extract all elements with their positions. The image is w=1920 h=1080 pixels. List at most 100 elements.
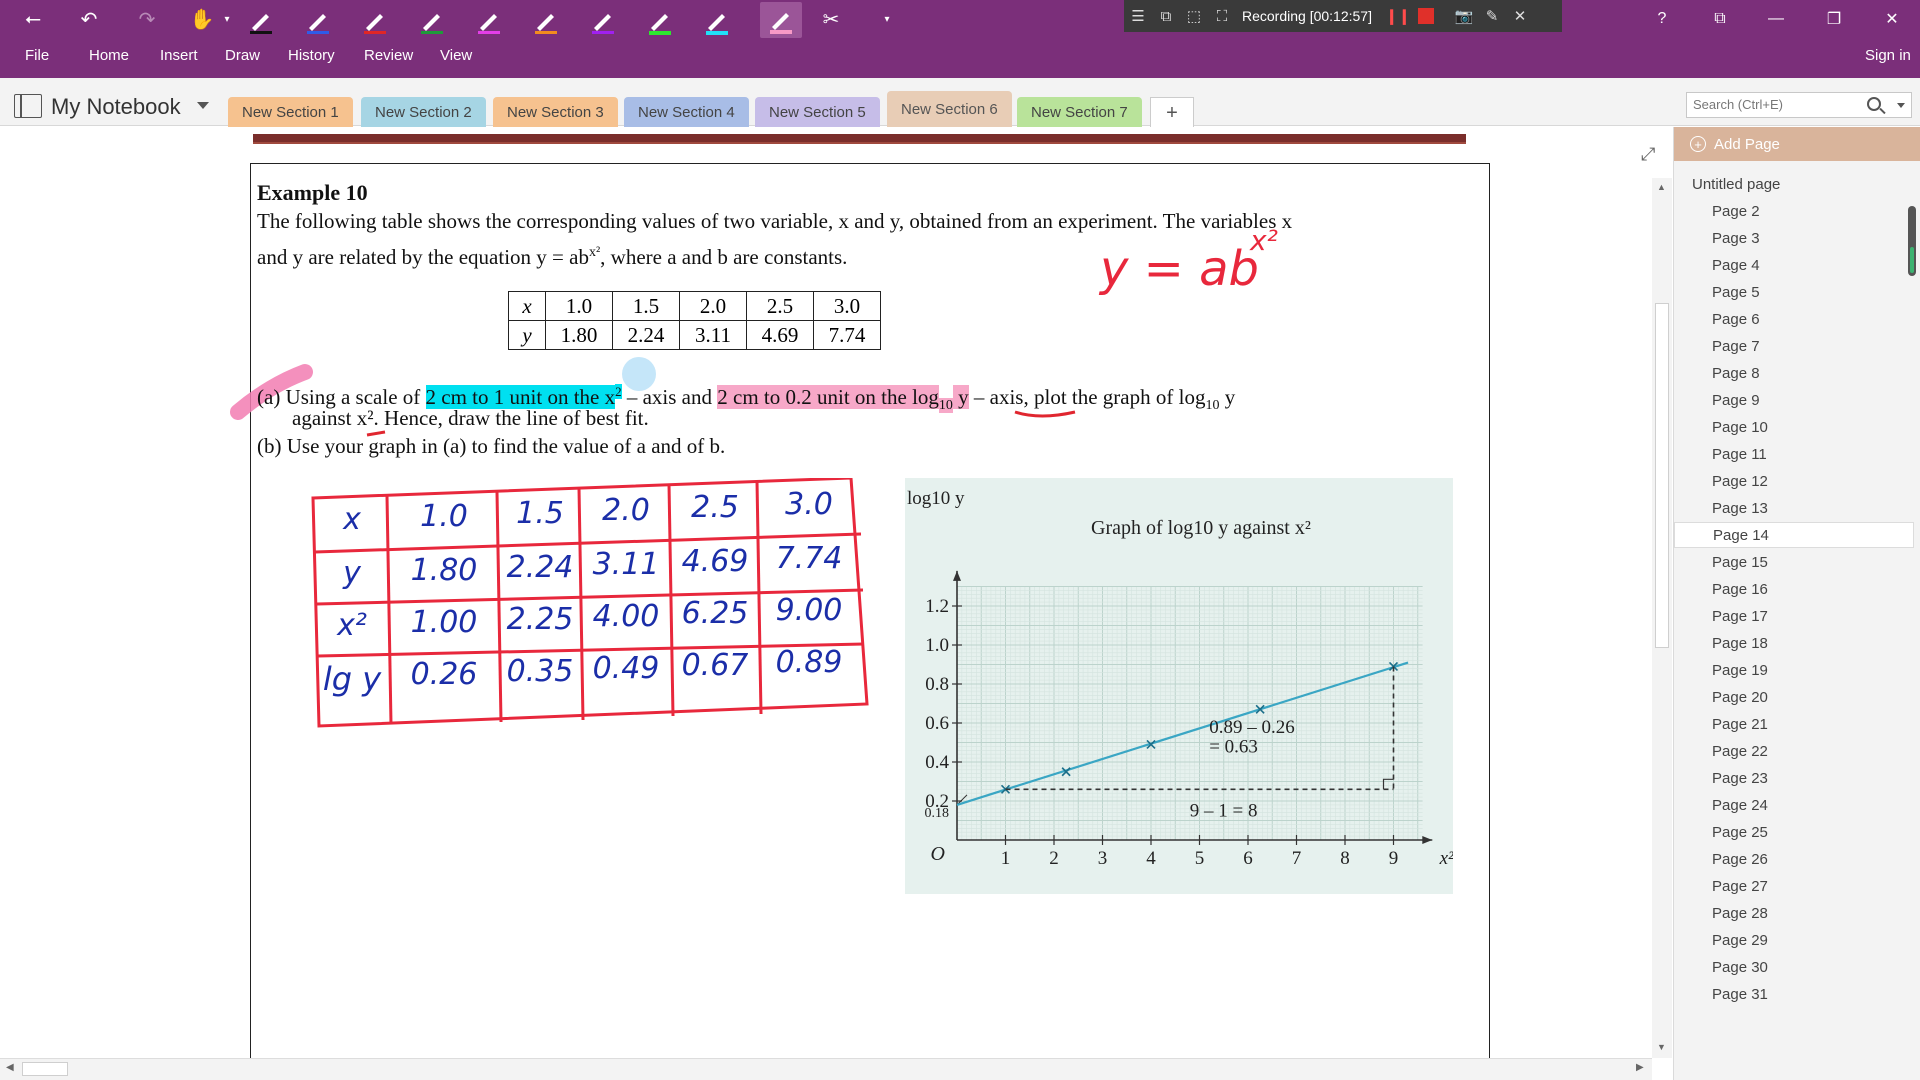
tab-section-2[interactable]: New Section 2 (361, 97, 486, 128)
pen-blue-icon[interactable] (303, 6, 333, 36)
menu-draw[interactable]: Draw (225, 47, 260, 64)
pen-green-icon[interactable] (417, 6, 447, 36)
pen-black-icon[interactable] (246, 6, 276, 36)
question-b: (b) Use your graph in (a) to find the va… (257, 434, 726, 458)
close-icon[interactable]: ✕ (1872, 4, 1912, 34)
menu-home[interactable]: Home (89, 47, 129, 64)
tab-section-5[interactable]: New Section 5 (755, 97, 880, 128)
qa-tail-2: y (1219, 385, 1236, 409)
list-item[interactable]: Page 8 (1674, 360, 1914, 386)
scroll-right-icon[interactable]: ▶ (1636, 1062, 1644, 1073)
list-item[interactable]: Page 28 (1674, 900, 1914, 926)
list-item[interactable]: Page 23 (1674, 765, 1914, 791)
minimize-icon[interactable]: — (1756, 4, 1796, 34)
scroll-up-icon[interactable]: ▲ (1657, 182, 1666, 192)
scroll-down-icon[interactable]: ▼ (1657, 1042, 1666, 1052)
more-tools-icon[interactable]: ▾ (872, 4, 902, 34)
list-item[interactable]: Page 26 (1674, 846, 1914, 872)
list-item[interactable]: Page 30 (1674, 954, 1914, 980)
recording-toolbar: ☰ ⧉ ⬚ ⛶ Recording [00:12:57] ❙❙ 📷 ✎ ✕ (1124, 0, 1562, 32)
menu-history[interactable]: History (288, 47, 335, 64)
tab-section-7[interactable]: New Section 7 (1017, 97, 1142, 128)
draw-icon[interactable]: ✎ (1478, 0, 1506, 32)
horizontal-scrollbar[interactable]: ◀ ▶ (0, 1058, 1652, 1080)
list-item[interactable]: Page 22 (1674, 738, 1914, 764)
vertical-scrollbar[interactable]: ▲ ▼ (1652, 178, 1672, 1058)
list-item[interactable]: Untitled page (1674, 171, 1914, 197)
tab-section-1[interactable]: New Section 1 (228, 97, 353, 128)
pause-icon[interactable]: ❙❙ (1384, 0, 1412, 32)
highlighter-pink-icon[interactable] (760, 2, 802, 38)
list-item[interactable]: Page 13 (1674, 495, 1914, 521)
menu-view[interactable]: View (440, 47, 472, 64)
tab-section-3[interactable]: New Section 3 (493, 97, 618, 128)
close-recording-icon[interactable]: ✕ (1506, 0, 1534, 32)
expand-page-icon[interactable]: ⤢ (1641, 144, 1655, 165)
menu-file[interactable]: File (25, 47, 49, 64)
region-capture-icon[interactable]: ⬚ (1180, 0, 1208, 32)
list-item[interactable]: Page 9 (1674, 387, 1914, 413)
list-item[interactable]: Page 15 (1674, 549, 1914, 575)
list-item[interactable]: Page 11 (1674, 441, 1914, 467)
horizontal-scroll-thumb[interactable] (22, 1062, 68, 1076)
search-scope-dropdown-icon[interactable] (1897, 103, 1905, 108)
list-item[interactable]: Page 4 (1674, 252, 1914, 278)
list-item[interactable]: Page 10 (1674, 414, 1914, 440)
add-section-button[interactable]: + (1150, 97, 1194, 128)
list-item[interactable]: Page 12 (1674, 468, 1914, 494)
pen-orange-icon[interactable] (531, 6, 561, 36)
list-item[interactable]: Page 19 (1674, 657, 1914, 683)
list-item[interactable]: Page 29 (1674, 927, 1914, 953)
window-capture-icon[interactable]: ⧉ (1152, 0, 1180, 32)
list-item[interactable]: Page 20 (1674, 684, 1914, 710)
list-item[interactable]: Page 2 (1674, 198, 1914, 224)
full-screen-mode-icon[interactable]: ⧉ (1700, 4, 1740, 34)
redo-icon[interactable]: ↷ (132, 4, 162, 34)
vertical-scroll-thumb[interactable] (1655, 303, 1669, 648)
restore-icon[interactable]: ❐ (1814, 4, 1854, 34)
camera-icon[interactable]: 📷 (1450, 0, 1478, 32)
list-item[interactable]: Page 18 (1674, 630, 1914, 656)
list-item[interactable]: Page 3 (1674, 225, 1914, 251)
table-header-x: x (508, 291, 546, 321)
list-item[interactable]: Page 21 (1674, 711, 1914, 737)
notebook-dropdown-icon[interactable] (197, 102, 209, 109)
pan-dropdown-icon[interactable]: ▾ (212, 4, 242, 34)
x-tick-label: 9 (1389, 848, 1399, 869)
list-item[interactable]: Page 6 (1674, 306, 1914, 332)
list-item[interactable]: Page 5 (1674, 279, 1914, 305)
pen-magenta-icon[interactable] (474, 6, 504, 36)
list-item[interactable]: Page 16 (1674, 576, 1914, 602)
list-item[interactable]: Page 7 (1674, 333, 1914, 359)
notebook-title[interactable]: My Notebook (51, 94, 181, 120)
scroll-left-icon[interactable]: ◀ (6, 1062, 14, 1073)
tab-section-6[interactable]: New Section 6 (887, 91, 1012, 128)
x-tick-label: 2 (1049, 848, 1059, 869)
search-icon[interactable] (1867, 97, 1881, 111)
list-item[interactable]: Page 27 (1674, 873, 1914, 899)
undo-icon[interactable]: ↶ (74, 4, 104, 34)
pen-purple-icon[interactable] (588, 6, 618, 36)
stop-icon[interactable] (1417, 8, 1434, 24)
fullscreen-capture-icon[interactable]: ⛶ (1208, 0, 1236, 32)
menu-review[interactable]: Review (364, 47, 413, 64)
list-item[interactable]: Page 17 (1674, 603, 1914, 629)
handwritten-row-label: y (343, 556, 361, 591)
tab-section-4[interactable]: New Section 4 (624, 97, 749, 128)
list-item[interactable]: Page 31 (1674, 981, 1914, 1007)
header-bar-decoration (253, 134, 1466, 144)
list-item[interactable]: Page 25 (1674, 819, 1914, 845)
sign-in-link[interactable]: Sign in (1865, 47, 1911, 64)
list-item[interactable]: Page 14 (1674, 522, 1914, 548)
back-icon[interactable]: ⭠ (18, 4, 48, 34)
pen-red-icon[interactable] (360, 6, 390, 36)
eraser-icon[interactable]: ✂ (816, 4, 846, 34)
add-page-button[interactable]: + Add Page (1674, 127, 1920, 161)
menu-insert[interactable]: Insert (160, 47, 198, 64)
highlighter-green-icon[interactable] (645, 6, 675, 36)
menu-icon[interactable]: ☰ (1124, 0, 1152, 32)
highlighter-cyan-icon[interactable] (702, 6, 732, 36)
help-icon[interactable]: ? (1642, 4, 1682, 34)
list-item[interactable]: Page 24 (1674, 792, 1914, 818)
search-input[interactable]: Search (Ctrl+E) (1686, 92, 1912, 118)
